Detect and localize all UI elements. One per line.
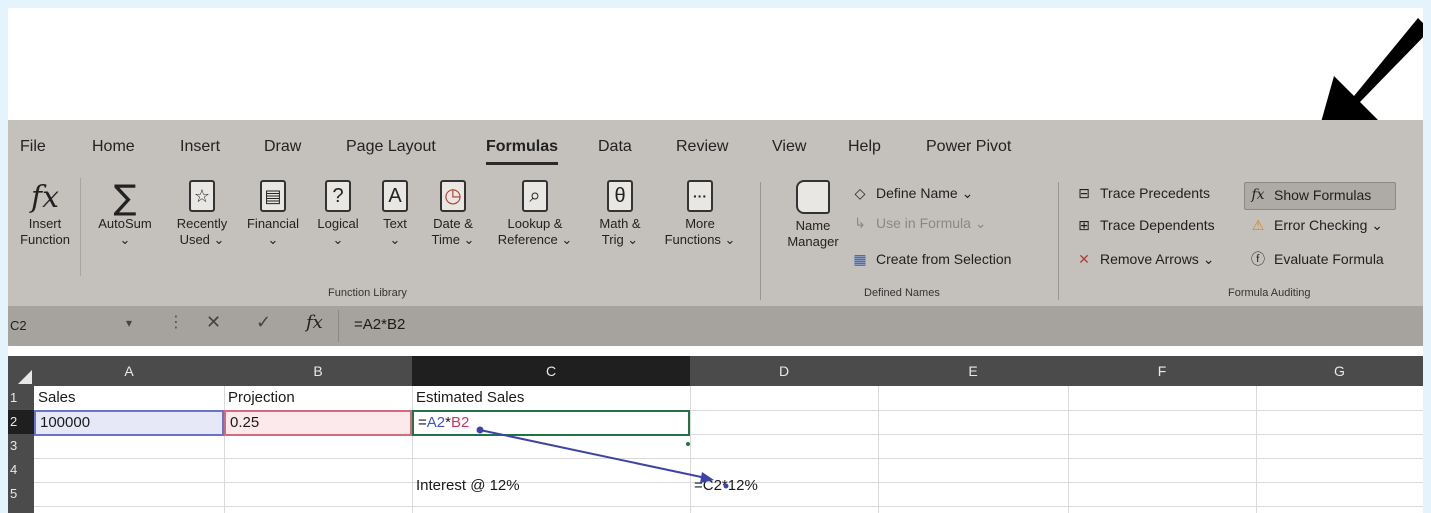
lookup-reference-button[interactable]: ⌕ Lookup & Reference ⌄: [490, 180, 580, 248]
column-header-d[interactable]: D: [690, 356, 878, 386]
grid-line: [1068, 386, 1069, 513]
ribbon: File Home Insert Draw Page Layout Formul…: [8, 120, 1423, 306]
text-book-icon: A: [382, 180, 408, 212]
tag-icon: [796, 180, 830, 214]
select-all-corner[interactable]: [8, 356, 34, 386]
tab-help[interactable]: Help: [848, 138, 881, 156]
tab-home[interactable]: Home: [92, 138, 135, 156]
tab-file[interactable]: File: [20, 138, 46, 156]
theta-book-icon: θ: [607, 180, 633, 212]
insert-function-icon[interactable]: fx: [306, 312, 323, 333]
tab-view[interactable]: View: [772, 138, 806, 156]
insert-function-divider: [80, 178, 81, 276]
name-box[interactable]: C2: [8, 314, 158, 339]
column-header-f[interactable]: F: [1068, 356, 1256, 386]
cell-b2[interactable]: 0.25: [226, 411, 259, 435]
autosum-button[interactable]: ∑ AutoSum ⌄: [90, 180, 160, 248]
row-header-2[interactable]: 2: [8, 410, 34, 434]
cell-a2[interactable]: 100000: [36, 411, 90, 435]
evaluate-formula-icon: ⓕ: [1251, 251, 1265, 267]
grid-line: [878, 386, 879, 513]
insert-function-button[interactable]: fx Insert Function: [10, 180, 80, 248]
star-book-icon: ☆: [189, 180, 215, 212]
use-in-formula-button[interactable]: ↳ Use in Formula ⌄: [850, 214, 986, 232]
group-separator: [760, 182, 761, 300]
grid-line: [34, 458, 1423, 459]
row-header-5[interactable]: 5: [8, 482, 34, 513]
financial-book-icon: ▤: [260, 180, 286, 212]
top-whitespace: [8, 8, 1423, 120]
grid-line: [1256, 386, 1257, 513]
row-header-3[interactable]: 3: [8, 434, 34, 458]
create-from-selection-button[interactable]: ▦ Create from Selection: [850, 250, 1011, 268]
cancel-icon[interactable]: ✕: [206, 312, 221, 333]
trace-dependents-button[interactable]: ⊞ Trace Dependents: [1074, 216, 1215, 234]
cell-a1[interactable]: Sales: [34, 386, 76, 410]
more-book-icon: ···: [687, 180, 713, 212]
spreadsheet-grid: A B C D E F G 1 2 3 4 5 Sales Projection…: [8, 346, 1423, 513]
financial-button[interactable]: ▤ Financial ⌄: [238, 180, 308, 248]
name-manager-button[interactable]: Name Manager: [778, 180, 848, 250]
use-in-formula-icon: ↳: [854, 215, 866, 231]
error-checking-button[interactable]: ⚠ Error Checking ⌄: [1248, 216, 1383, 234]
column-header-g[interactable]: G: [1256, 356, 1423, 386]
row-header-4[interactable]: 4: [8, 458, 34, 482]
tab-draw[interactable]: Draw: [264, 138, 301, 156]
evaluate-formula-button[interactable]: ⓕ Evaluate Formula: [1248, 250, 1384, 268]
trace-precedents-icon: ⊟: [1078, 185, 1090, 201]
text-button[interactable]: A Text ⌄: [370, 180, 420, 248]
define-name-button[interactable]: ◇ Define Name ⌄: [850, 184, 974, 202]
name-box-dropdown-icon[interactable]: ▾: [126, 316, 132, 330]
group-separator: [1058, 182, 1059, 300]
date-time-button[interactable]: ◷ Date & Time ⌄: [424, 180, 482, 248]
tab-page-layout[interactable]: Page Layout: [346, 138, 436, 156]
column-header-b[interactable]: B: [224, 356, 412, 386]
recently-used-button[interactable]: ☆ Recently Used ⌄: [166, 180, 238, 248]
more-functions-button[interactable]: ··· More Functions ⌄: [658, 180, 742, 248]
more-options-icon[interactable]: ⋮: [168, 312, 184, 332]
cell-b1[interactable]: Projection: [224, 386, 295, 410]
app-frame: File Home Insert Draw Page Layout Formul…: [8, 8, 1423, 513]
logical-book-icon: ?: [325, 180, 351, 212]
show-formulas-icon: fx: [1251, 187, 1265, 203]
enter-icon[interactable]: ✓: [256, 312, 271, 333]
remove-arrows-icon: ✕: [1078, 251, 1090, 267]
tab-review[interactable]: Review: [676, 138, 728, 156]
grid-line: [34, 506, 1423, 507]
fx-icon: fx: [30, 180, 60, 215]
clock-book-icon: ◷: [440, 180, 466, 212]
formula-auditing-group-label: Formula Auditing: [1228, 287, 1311, 299]
trace-precedents-button[interactable]: ⊟ Trace Precedents: [1074, 184, 1210, 202]
sum-icon: ∑: [113, 178, 137, 218]
math-trig-button[interactable]: θ Math & Trig ⌄: [588, 180, 652, 248]
cell-c4[interactable]: Interest @ 12%: [412, 474, 520, 498]
tab-formulas[interactable]: Formulas: [486, 138, 559, 165]
formula-bar: C2 ▾ ⋮ ✕ ✓ fx =A2*B2: [8, 306, 1423, 346]
ribbon-tabs: File Home Insert Draw Page Layout Formul…: [8, 138, 1423, 168]
cell-c2[interactable]: =A2*B2: [414, 411, 469, 435]
column-header-e[interactable]: E: [878, 356, 1068, 386]
formula-bar-divider: [338, 310, 339, 342]
show-formulas-button[interactable]: fx Show Formulas: [1248, 186, 1371, 204]
row-header-1[interactable]: 1: [8, 386, 34, 410]
logical-button[interactable]: ? Logical ⌄: [308, 180, 368, 248]
tab-insert[interactable]: Insert: [180, 138, 220, 156]
warning-icon: ⚠: [1251, 217, 1265, 233]
function-library-group-label: Function Library: [328, 287, 407, 299]
column-header-c[interactable]: C: [412, 356, 690, 386]
defined-names-group-label: Defined Names: [864, 287, 940, 299]
tab-data[interactable]: Data: [598, 138, 632, 156]
lookup-book-icon: ⌕: [522, 180, 548, 212]
create-from-selection-icon: ▦: [853, 251, 867, 267]
cell-d4[interactable]: =C2*12%: [690, 474, 758, 498]
formula-input[interactable]: =A2*B2: [354, 316, 405, 333]
trace-dependents-icon: ⊞: [1078, 217, 1090, 233]
column-header-a[interactable]: A: [34, 356, 224, 386]
cell-c1[interactable]: Estimated Sales: [412, 386, 524, 410]
tag-outline-icon: ◇: [854, 185, 866, 201]
remove-arrows-button[interactable]: ✕ Remove Arrows ⌄: [1074, 250, 1214, 268]
tab-power-pivot[interactable]: Power Pivot: [926, 138, 1011, 156]
